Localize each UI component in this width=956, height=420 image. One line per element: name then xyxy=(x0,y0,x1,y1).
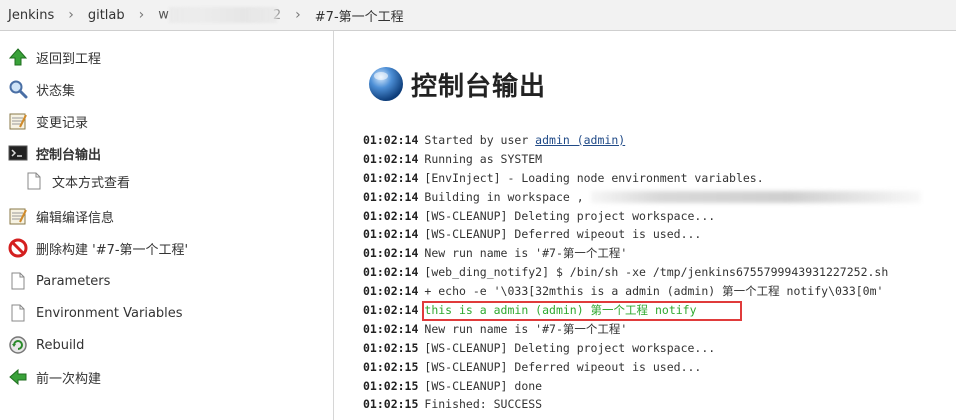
console-line: 01:02:14 Started by user admin (admin) xyxy=(363,131,953,150)
breadcrumb-job-start: w xyxy=(158,7,169,23)
console-timestamp: 01:02:14 xyxy=(363,133,419,147)
console-line: 01:02:15 [WS-CLEANUP] Deferred wipeout is… xyxy=(363,358,953,377)
console-text: [WS-CLEANUP] Deleting project workspace.… xyxy=(424,208,716,223)
blurred-region xyxy=(590,191,921,204)
document-icon xyxy=(22,169,46,193)
console-timestamp: 01:02:15 xyxy=(363,378,419,393)
sidebar-item-status[interactable]: 状态集 xyxy=(6,76,75,102)
no-entry-icon xyxy=(6,236,30,260)
console-text: [WS-CLEANUP] Deleting project workspace.… xyxy=(424,340,716,355)
console-timestamp: 01:02:14 xyxy=(363,303,419,318)
breadcrumb-jenkins[interactable]: Jenkins xyxy=(8,8,54,23)
breadcrumb: Jenkins › gitlab › w2 › #7-第一个工程 xyxy=(0,0,956,31)
sidebar-item-label: Parameters xyxy=(36,273,111,289)
notepad-icon xyxy=(6,204,30,228)
left-arrow-icon xyxy=(6,365,30,389)
console-line: 01:02:14 New run name is '#7-第一个工程' xyxy=(363,244,953,263)
sidebar-item-console-output[interactable]: 控制台输出 xyxy=(6,140,101,166)
sidebar-item-label: 返回到工程 xyxy=(36,51,102,67)
rebuild-icon xyxy=(6,333,30,357)
sidebar-item-label: Rebuild xyxy=(36,337,85,353)
sidebar-item-edit-build-info[interactable]: 编辑编译信息 xyxy=(6,203,114,229)
console-text: [EnvInject] - Loading node environment v… xyxy=(424,170,764,185)
breadcrumb-gitlab[interactable]: gitlab xyxy=(88,8,125,23)
console-timestamp: 01:02:15 xyxy=(363,397,419,412)
console-text: [web_ding_notify2] $ /bin/sh -xe /tmp/je… xyxy=(424,265,889,280)
breadcrumb-job[interactable]: w2 xyxy=(158,7,281,23)
console-timestamp: 01:02:14 xyxy=(363,189,419,204)
console-timestamp: 01:02:14 xyxy=(363,246,419,261)
console-line: 01:02:14 New run name is '#7-第一个工程' xyxy=(363,320,953,339)
globe-icon xyxy=(367,65,405,103)
main-content: 控制台输出 01:02:14 Started by user admin (adm… xyxy=(335,31,956,420)
console-text: + echo -e '\033[32mthis is a admin (admi… xyxy=(424,284,884,299)
console-line: 01:02:14 Building in workspace , xyxy=(363,188,953,207)
up-arrow-icon xyxy=(6,45,30,69)
sidebar-item-label: 控制台输出 xyxy=(36,147,102,163)
console-text: Finished: SUCCESS xyxy=(424,397,543,412)
console-line: 01:02:14 Running as SYSTEM xyxy=(363,150,953,169)
notepad-icon xyxy=(6,109,30,133)
console-line: 01:02:15 Finished: SUCCESS xyxy=(363,395,953,414)
breadcrumb-separator: › xyxy=(295,7,301,23)
console-text: Building in workspace , xyxy=(424,189,584,204)
sidebar-item-label: Environment Variables xyxy=(36,305,183,321)
sidebar-item-label: 删除构建 '#7-第一个工程' xyxy=(36,242,189,258)
sidebar-item-view-as-plain-text[interactable]: 文本方式查看 xyxy=(22,168,130,194)
console-output: 01:02:14 Started by user admin (admin) 01… xyxy=(363,131,953,414)
sidebar-item-label: 变更记录 xyxy=(36,115,89,131)
console-text: [WS-CLEANUP] done xyxy=(424,378,543,393)
console-text: Running as SYSTEM xyxy=(424,151,543,166)
sidebar-item-label: 状态集 xyxy=(36,83,76,99)
sidebar-item-label: 前一次构建 xyxy=(36,371,102,387)
sidebar-item-changes[interactable]: 变更记录 xyxy=(6,108,88,134)
blurred-region xyxy=(168,7,277,23)
sidebar-item-environment-variables[interactable]: Environment Variables xyxy=(6,300,183,326)
breadcrumb-build[interactable]: #7-第一个工程 xyxy=(315,6,404,25)
sidebar-item-label: 编辑编译信息 xyxy=(36,210,115,226)
console-timestamp: 01:02:14 xyxy=(363,170,419,185)
console-timestamp: 01:02:14 xyxy=(363,151,419,166)
console-text: New run name is '#7-第一个工程' xyxy=(424,321,628,336)
sidebar-item-previous-build[interactable]: 前一次构建 xyxy=(6,364,101,390)
user-link[interactable]: admin (admin) xyxy=(535,133,625,147)
console-text: New run name is '#7-第一个工程' xyxy=(424,246,628,261)
console-timestamp: 01:02:14 xyxy=(363,265,419,280)
magnifier-icon xyxy=(6,77,30,101)
highlight-box xyxy=(422,301,742,321)
sidebar-item-rebuild[interactable]: Rebuild xyxy=(6,332,84,358)
page-title: 控制台输出 xyxy=(411,71,547,102)
console-line: 01:02:14 [WS-CLEANUP] Deleting project wo… xyxy=(363,207,953,226)
console-timestamp: 01:02:14 xyxy=(363,208,419,223)
console-text: [WS-CLEANUP] Deferred wipeout is used... xyxy=(424,359,702,374)
console-timestamp: 01:02:15 xyxy=(363,340,419,355)
console-timestamp: 01:02:14 xyxy=(363,227,419,242)
console-timestamp: 01:02:14 xyxy=(363,321,419,336)
sidebar-item-label: 文本方式查看 xyxy=(52,175,131,191)
sidebar-item-parameters[interactable]: Parameters xyxy=(6,268,110,294)
breadcrumb-separator: › xyxy=(68,7,74,23)
page-header: 控制台输出 xyxy=(367,65,546,103)
document-icon xyxy=(6,301,30,325)
console-line: 01:02:14 [WS-CLEANUP] Deferred wipeout is… xyxy=(363,225,953,244)
sidebar: 返回到工程 状态集 变更记录 控制台输出 文本方式查看 编辑编译信息 删除构建 … xyxy=(0,31,334,420)
console-timestamp: 01:02:15 xyxy=(363,359,419,374)
console-line: 01:02:14 [EnvInject] - Loading node envir… xyxy=(363,169,953,188)
console-line: 01:02:15 [WS-CLEANUP] Deleting project wo… xyxy=(363,339,953,358)
console-text: [WS-CLEANUP] Deferred wipeout is used... xyxy=(424,227,702,242)
console-line: 01:02:15 [WS-CLEANUP] done xyxy=(363,377,953,396)
console-line: 01:02:14 + echo -e '\033[32mthis is a adm… xyxy=(363,282,953,301)
sidebar-item-delete-build[interactable]: 删除构建 '#7-第一个工程' xyxy=(6,235,188,261)
document-icon xyxy=(6,269,30,293)
breadcrumb-separator: › xyxy=(138,7,145,23)
console-line: 01:02:14 [web_ding_notify2] $ /bin/sh -xe… xyxy=(363,263,953,282)
console-timestamp: 01:02:14 xyxy=(363,284,419,299)
sidebar-item-back-to-project[interactable]: 返回到工程 xyxy=(6,44,101,70)
terminal-icon xyxy=(6,141,30,165)
console-text: Started by user xyxy=(424,133,536,147)
